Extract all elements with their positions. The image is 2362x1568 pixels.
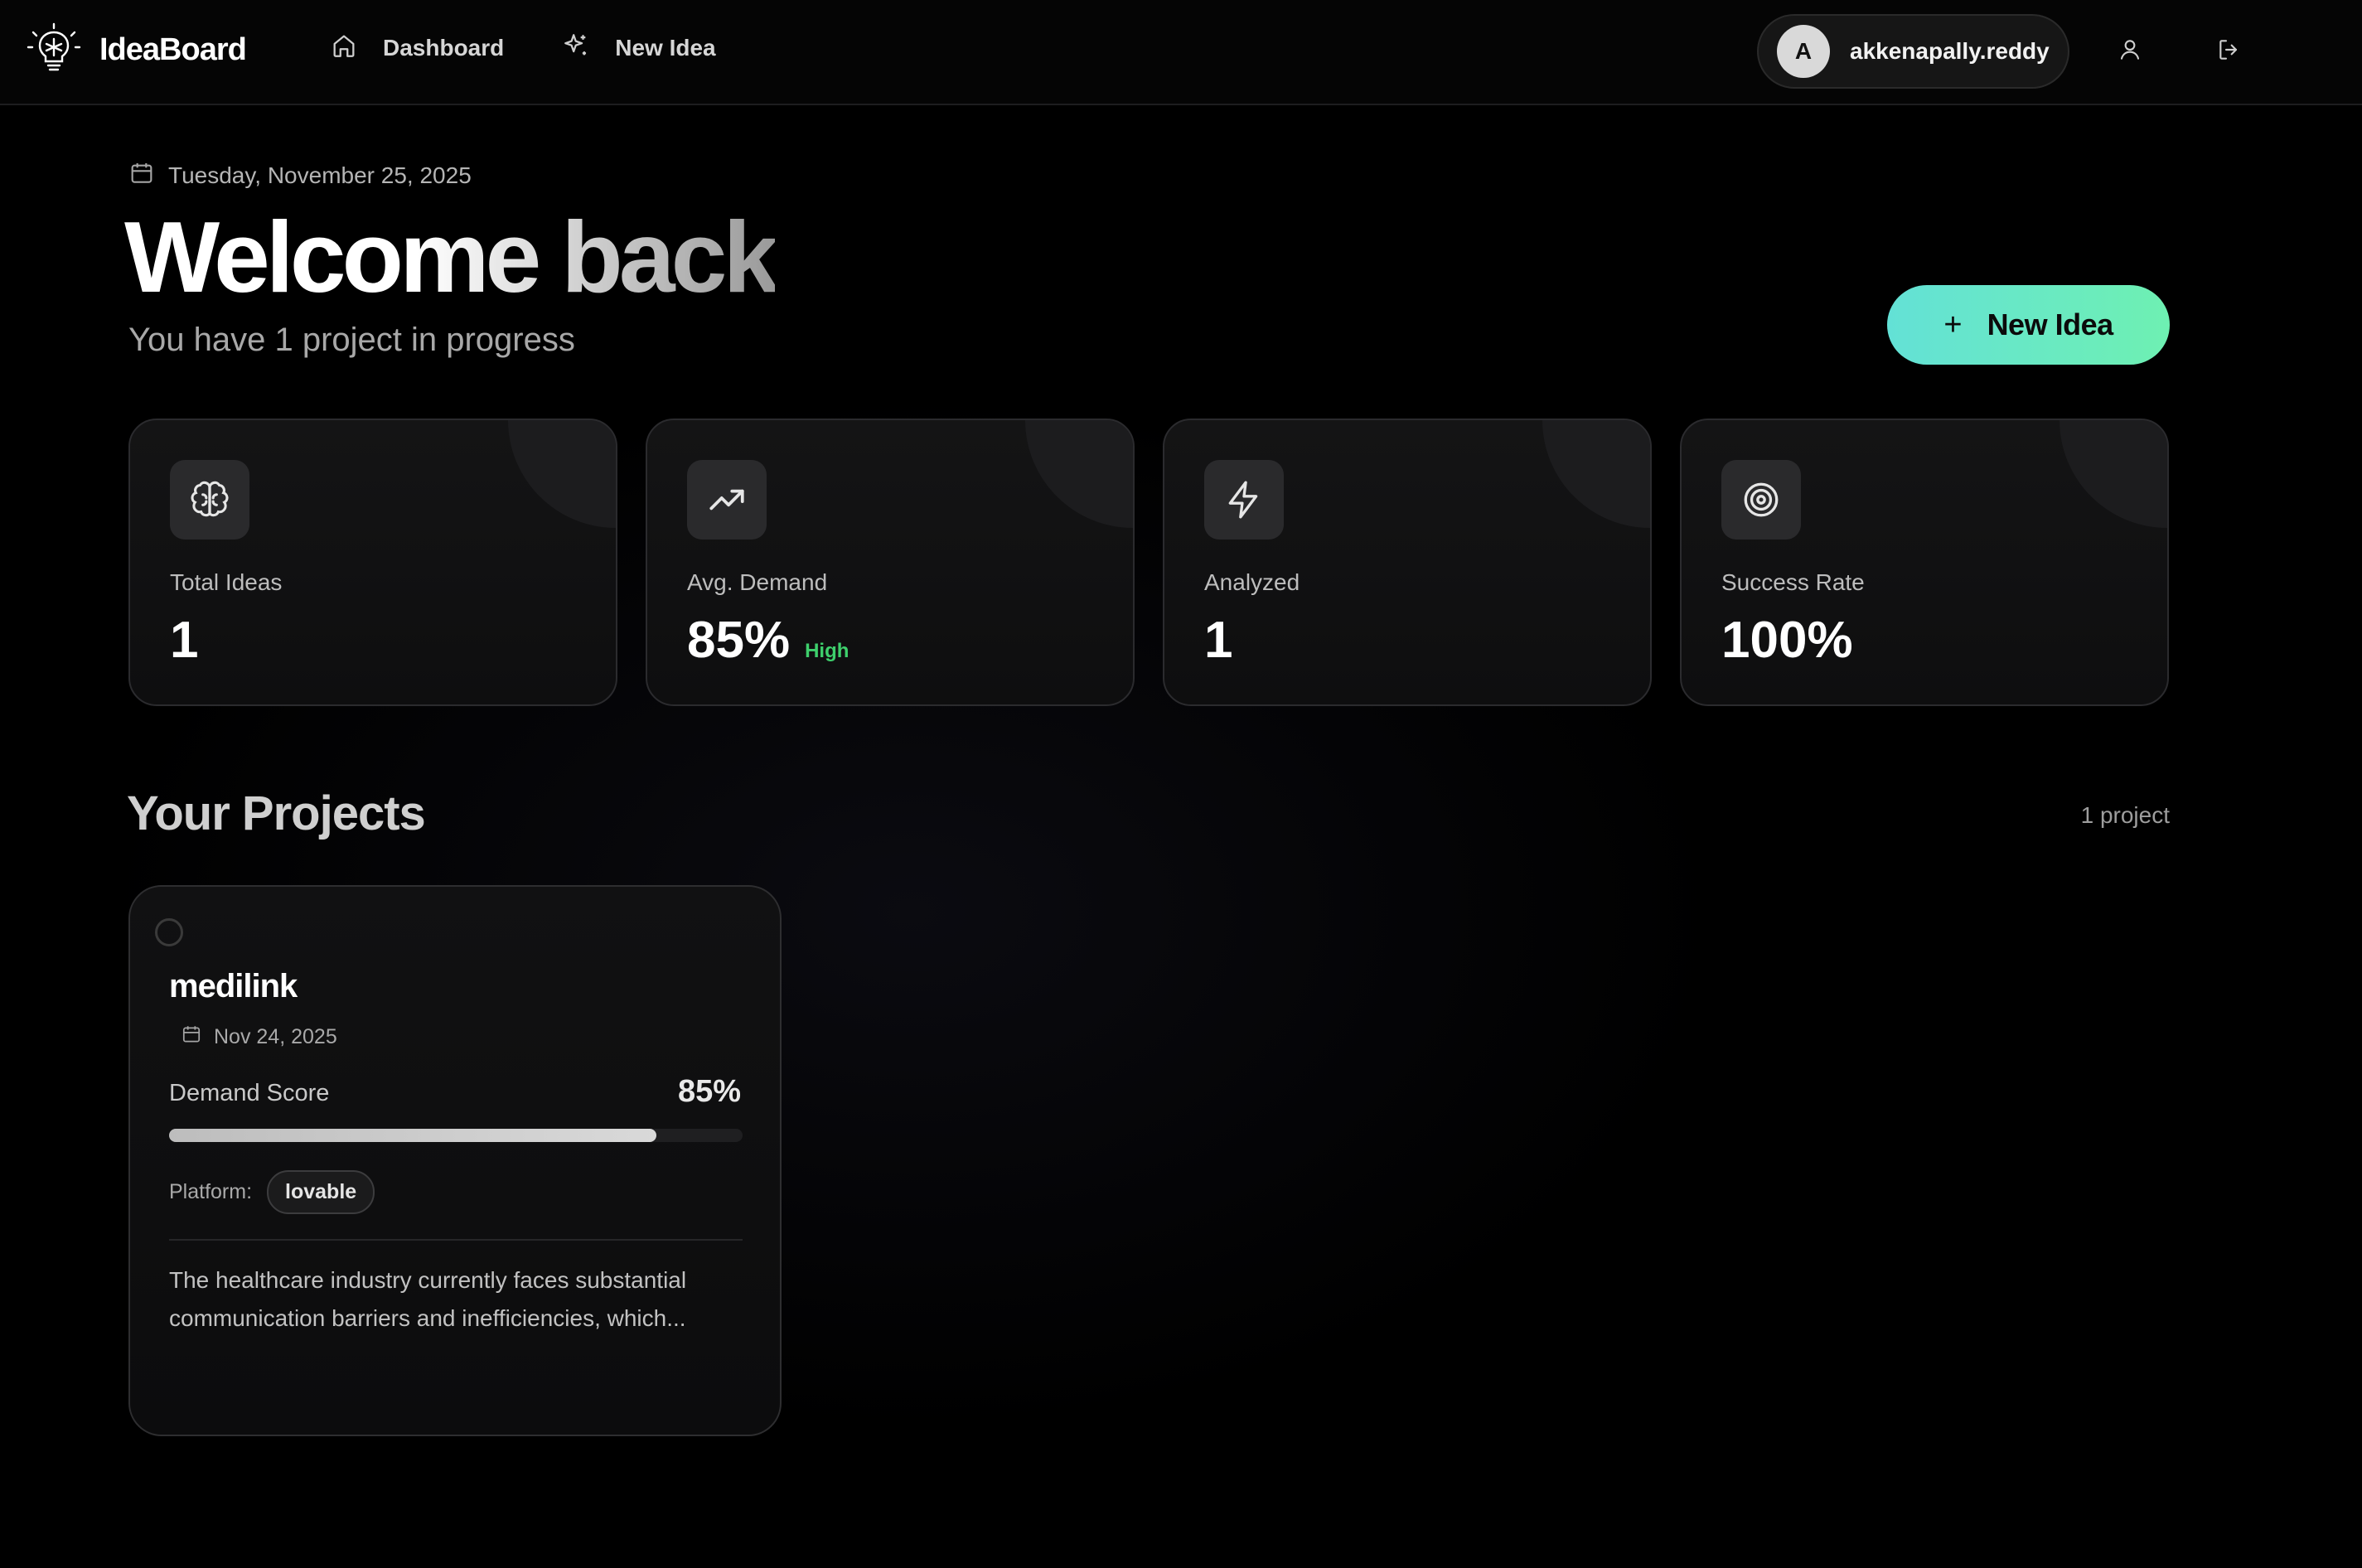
main-nav: Dashboard New Idea bbox=[330, 31, 774, 64]
demand-progress-bar bbox=[169, 1129, 743, 1142]
lightbulb-logo-icon bbox=[25, 21, 83, 79]
calendar-icon bbox=[181, 1024, 202, 1051]
platform-badge: lovable bbox=[267, 1170, 375, 1214]
platform-row: Platform: lovable bbox=[169, 1170, 375, 1214]
stat-value: 1 bbox=[170, 609, 198, 672]
stat-label: Analyzed bbox=[1204, 569, 1300, 595]
nav-label: Dashboard bbox=[383, 34, 505, 60]
calendar-icon bbox=[128, 160, 155, 191]
project-date-text: Nov 24, 2025 bbox=[214, 1025, 337, 1048]
stat-label: Success Rate bbox=[1721, 569, 1865, 595]
date-text: Tuesday, November 25, 2025 bbox=[168, 162, 472, 188]
stat-value: 100% bbox=[1721, 609, 1853, 672]
nav-item-new-idea[interactable]: New Idea bbox=[562, 31, 716, 64]
demand-score-label: Demand Score bbox=[169, 1080, 330, 1106]
stat-card-success-rate: Success Rate 100% bbox=[1680, 419, 2169, 706]
project-count: 1 project bbox=[2080, 802, 2170, 828]
app-name: IdeaBoard bbox=[99, 31, 247, 67]
brand[interactable]: IdeaBoard bbox=[25, 21, 247, 79]
stat-label: Total Ideas bbox=[170, 569, 283, 595]
logout-icon bbox=[2216, 36, 2243, 67]
platform-label: Platform: bbox=[169, 1180, 253, 1203]
new-idea-button-label: New Idea bbox=[1987, 307, 2114, 341]
home-icon bbox=[330, 31, 358, 64]
brain-icon bbox=[170, 460, 249, 540]
card-decoration bbox=[508, 420, 616, 528]
nav-label: New Idea bbox=[615, 34, 716, 60]
lightning-icon bbox=[1204, 460, 1284, 540]
divider bbox=[169, 1239, 743, 1241]
logout-button[interactable] bbox=[2213, 35, 2246, 68]
target-icon bbox=[1721, 460, 1801, 540]
stat-card-total-ideas: Total Ideas 1 bbox=[128, 419, 617, 706]
stat-value: 1 bbox=[1204, 609, 1232, 672]
stat-number: 1 bbox=[170, 612, 199, 669]
project-select-radio[interactable] bbox=[155, 918, 183, 946]
demand-progress-fill bbox=[169, 1129, 657, 1142]
section-title: Your Projects bbox=[127, 786, 426, 840]
card-decoration bbox=[1542, 420, 1650, 528]
page-subtitle: You have 1 project in progress bbox=[128, 322, 575, 358]
stat-card-analyzed: Analyzed 1 bbox=[1163, 419, 1652, 706]
card-decoration bbox=[1025, 420, 1133, 528]
project-name: medilink bbox=[169, 968, 298, 1004]
status-badge: High bbox=[805, 640, 849, 662]
user-menu[interactable]: A akkenapally.reddy bbox=[1757, 14, 2069, 89]
avatar: A bbox=[1777, 25, 1830, 78]
project-date: Nov 24, 2025 bbox=[169, 1024, 337, 1051]
project-description: The healthcare industry currently faces … bbox=[169, 1267, 687, 1331]
stat-number: 100% bbox=[1721, 612, 1853, 669]
stat-number: 1 bbox=[1204, 612, 1233, 669]
project-card[interactable]: medilink Nov 24, 2025 Demand Score 85% P… bbox=[128, 885, 782, 1436]
stat-number: 85% bbox=[687, 612, 791, 669]
current-date: Tuesday, November 25, 2025 bbox=[128, 160, 472, 191]
card-decoration bbox=[2059, 420, 2167, 528]
username: akkenapally.reddy bbox=[1850, 38, 2050, 64]
user-icon bbox=[2117, 36, 2143, 67]
sparkle-icon bbox=[562, 31, 590, 64]
dashboard-page: IdeaBoard Dashboard New Idea A akkenapal… bbox=[0, 0, 2362, 1568]
demand-score-value: 85% bbox=[677, 1074, 741, 1109]
stat-label: Avg. Demand bbox=[687, 569, 828, 595]
page-title: Welcome back bbox=[124, 201, 779, 313]
nav-item-dashboard[interactable]: Dashboard bbox=[330, 31, 504, 64]
plus-icon: + bbox=[1943, 307, 1963, 342]
top-navbar: IdeaBoard Dashboard New Idea A akkenapal… bbox=[0, 0, 2362, 105]
new-idea-button[interactable]: + New Idea bbox=[1887, 285, 2170, 365]
stat-value: 85% High bbox=[687, 609, 849, 683]
trending-up-icon bbox=[687, 460, 767, 540]
stat-card-avg-demand: Avg. Demand 85% High bbox=[646, 419, 1135, 706]
profile-button[interactable] bbox=[2113, 35, 2147, 68]
